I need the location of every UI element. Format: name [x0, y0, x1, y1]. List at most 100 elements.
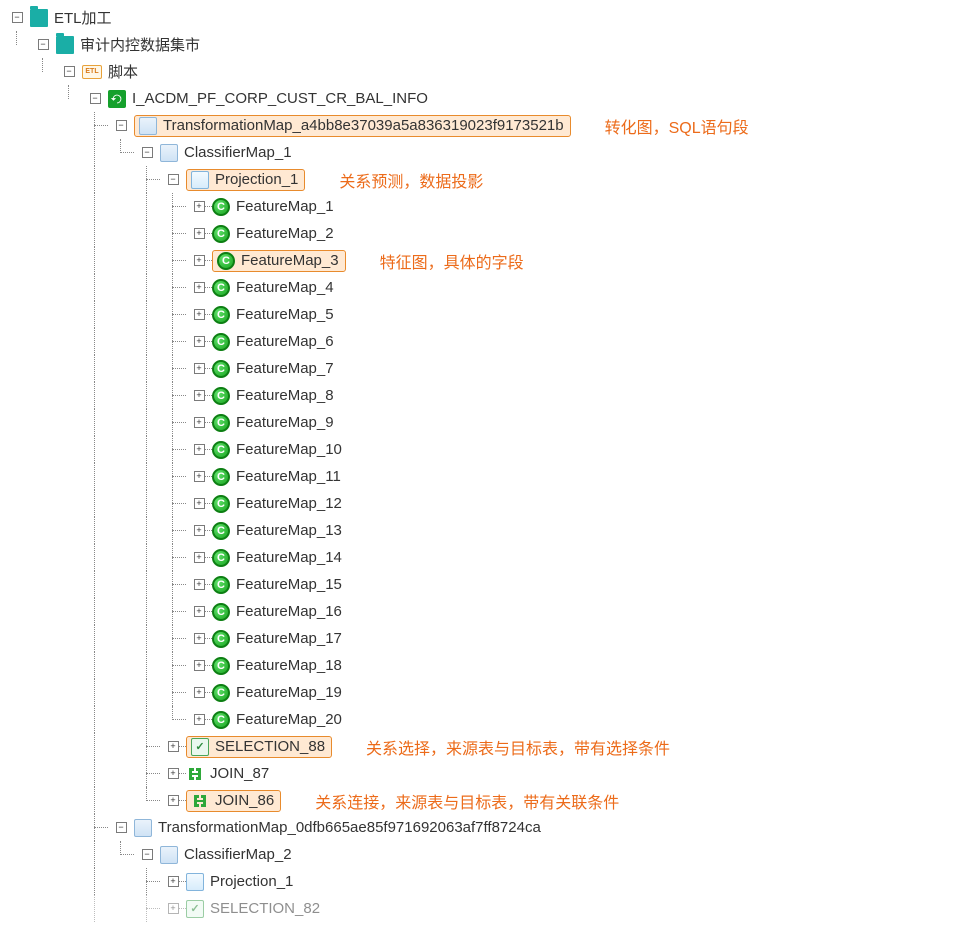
expander-icon[interactable]: [168, 174, 179, 185]
annotation-text: 特征图，具体的字段: [380, 249, 524, 273]
node-label: FeatureMap_16: [234, 603, 344, 620]
expander-icon[interactable]: [168, 768, 179, 779]
expander-icon[interactable]: [142, 147, 153, 158]
expander-icon[interactable]: [116, 120, 127, 131]
tree-node-feature[interactable]: CFeatureMap_4: [4, 274, 976, 301]
expander-icon[interactable]: [168, 795, 179, 806]
feature-icon: C: [212, 333, 230, 351]
map-icon: [134, 819, 152, 837]
tree-node-feature[interactable]: CFeatureMap_10: [4, 436, 976, 463]
node-label: SELECTION_82: [208, 900, 322, 917]
tree-node-transformation-map[interactable]: TransformationMap_0dfb665ae85f971692063a…: [4, 814, 976, 841]
expander-icon[interactable]: [168, 903, 179, 914]
expander-icon[interactable]: [194, 606, 205, 617]
tree-node-join[interactable]: JOIN_86 关系连接，来源表与目标表，带有关联条件: [4, 787, 976, 814]
tree-node[interactable]: ClassifierMap_2: [4, 841, 976, 868]
expander-icon[interactable]: [194, 417, 205, 428]
expander-icon[interactable]: [194, 687, 205, 698]
expander-icon[interactable]: [90, 93, 101, 104]
annotation-text: 关系预测，数据投影: [339, 168, 483, 192]
node-label: FeatureMap_11: [234, 468, 343, 485]
tree-node-feature[interactable]: CFeatureMap_2: [4, 220, 976, 247]
node-label: FeatureMap_20: [234, 711, 344, 728]
highlight-box: TransformationMap_a4bb8e37039a5a83631902…: [134, 115, 571, 137]
expander-icon[interactable]: [194, 552, 205, 563]
expander-icon[interactable]: [194, 471, 205, 482]
node-label: FeatureMap_3: [239, 252, 341, 269]
feature-icon: C: [212, 576, 230, 594]
tree-node-projection[interactable]: Projection_1: [4, 868, 976, 895]
tree-node-root[interactable]: ETL加工: [4, 4, 976, 31]
expander-icon[interactable]: [194, 498, 205, 509]
node-label: 审计内控数据集市: [78, 34, 202, 55]
selection-icon: [191, 738, 209, 756]
node-label: Projection_1: [213, 171, 300, 188]
node-label: FeatureMap_1: [234, 198, 336, 215]
tree-node-feature[interactable]: CFeatureMap_15: [4, 571, 976, 598]
tree-node[interactable]: 审计内控数据集市: [4, 31, 976, 58]
tree-node-feature[interactable]: CFeatureMap_17: [4, 625, 976, 652]
expander-icon[interactable]: [194, 228, 205, 239]
tree-node-feature[interactable]: CFeatureMap_12: [4, 490, 976, 517]
tree-node-feature[interactable]: CFeatureMap_7: [4, 355, 976, 382]
expander-icon[interactable]: [168, 876, 179, 887]
expander-icon[interactable]: [194, 309, 205, 320]
feature-icon: C: [212, 468, 230, 486]
tree-node-feature[interactable]: CFeatureMap_19: [4, 679, 976, 706]
tree-node-feature[interactable]: CFeatureMap_18: [4, 652, 976, 679]
expander-icon[interactable]: [194, 255, 205, 266]
expander-icon[interactable]: [12, 12, 23, 23]
node-label: FeatureMap_9: [234, 414, 336, 431]
tree-node-feature[interactable]: CFeatureMap_16: [4, 598, 976, 625]
expander-icon[interactable]: [194, 282, 205, 293]
feature-icon: C: [212, 522, 230, 540]
expander-icon[interactable]: [194, 336, 205, 347]
tree-node-feature[interactable]: CFeatureMap_8: [4, 382, 976, 409]
expander-icon[interactable]: [64, 66, 75, 77]
expander-icon[interactable]: [38, 39, 49, 50]
feature-icon: C: [212, 306, 230, 324]
highlight-box: SELECTION_88: [186, 736, 332, 758]
tree-node-transformation-map[interactable]: TransformationMap_a4bb8e37039a5a83631902…: [4, 112, 976, 139]
node-label: FeatureMap_2: [234, 225, 336, 242]
tree-node-feature[interactable]: CFeatureMap_6: [4, 328, 976, 355]
expander-icon[interactable]: [194, 201, 205, 212]
expander-icon[interactable]: [194, 363, 205, 374]
node-label: FeatureMap_7: [234, 360, 336, 377]
expander-icon[interactable]: [168, 741, 179, 752]
tree-node[interactable]: I_ACDM_PF_CORP_CUST_CR_BAL_INFO: [4, 85, 976, 112]
tree-node[interactable]: ETL 脚本: [4, 58, 976, 85]
tree-node-feature[interactable]: CFeatureMap_5: [4, 301, 976, 328]
feature-icon: C: [212, 441, 230, 459]
node-label: TransformationMap_a4bb8e37039a5a83631902…: [161, 117, 566, 134]
tree-node-feature[interactable]: CFeatureMap_14: [4, 544, 976, 571]
tree-node-feature[interactable]: CFeatureMap_13: [4, 517, 976, 544]
feature-icon: C: [212, 414, 230, 432]
tree-node[interactable]: ClassifierMap_1: [4, 139, 976, 166]
tree-node-feature[interactable]: CFeatureMap_9: [4, 409, 976, 436]
tree-node-selection[interactable]: SELECTION_88 关系选择，来源表与目标表，带有选择条件: [4, 733, 976, 760]
feature-icon: C: [212, 198, 230, 216]
tree-node-selection[interactable]: SELECTION_82: [4, 895, 976, 922]
node-label: ClassifierMap_1: [182, 144, 294, 161]
annotation-text: 关系连接，来源表与目标表，带有关联条件: [315, 789, 619, 813]
expander-icon[interactable]: [194, 579, 205, 590]
expander-icon[interactable]: [194, 525, 205, 536]
tree-node-feature[interactable]: CFeatureMap_3 特征图，具体的字段: [4, 247, 976, 274]
node-label: FeatureMap_17: [234, 630, 344, 647]
tree-node-feature[interactable]: CFeatureMap_11: [4, 463, 976, 490]
tree-node-projection[interactable]: Projection_1 关系预测，数据投影: [4, 166, 976, 193]
tree-node-join[interactable]: JOIN_87: [4, 760, 976, 787]
expander-icon[interactable]: [194, 714, 205, 725]
tree-node-feature[interactable]: CFeatureMap_1: [4, 193, 976, 220]
expander-icon[interactable]: [194, 660, 205, 671]
expander-icon[interactable]: [194, 444, 205, 455]
feature-icon: C: [212, 711, 230, 729]
expander-icon[interactable]: [194, 633, 205, 644]
expander-icon[interactable]: [116, 822, 127, 833]
tree-node-feature[interactable]: CFeatureMap_20: [4, 706, 976, 733]
expander-icon[interactable]: [142, 849, 153, 860]
feature-icon: C: [217, 252, 235, 270]
expander-icon[interactable]: [194, 390, 205, 401]
folder-icon: [30, 9, 48, 27]
